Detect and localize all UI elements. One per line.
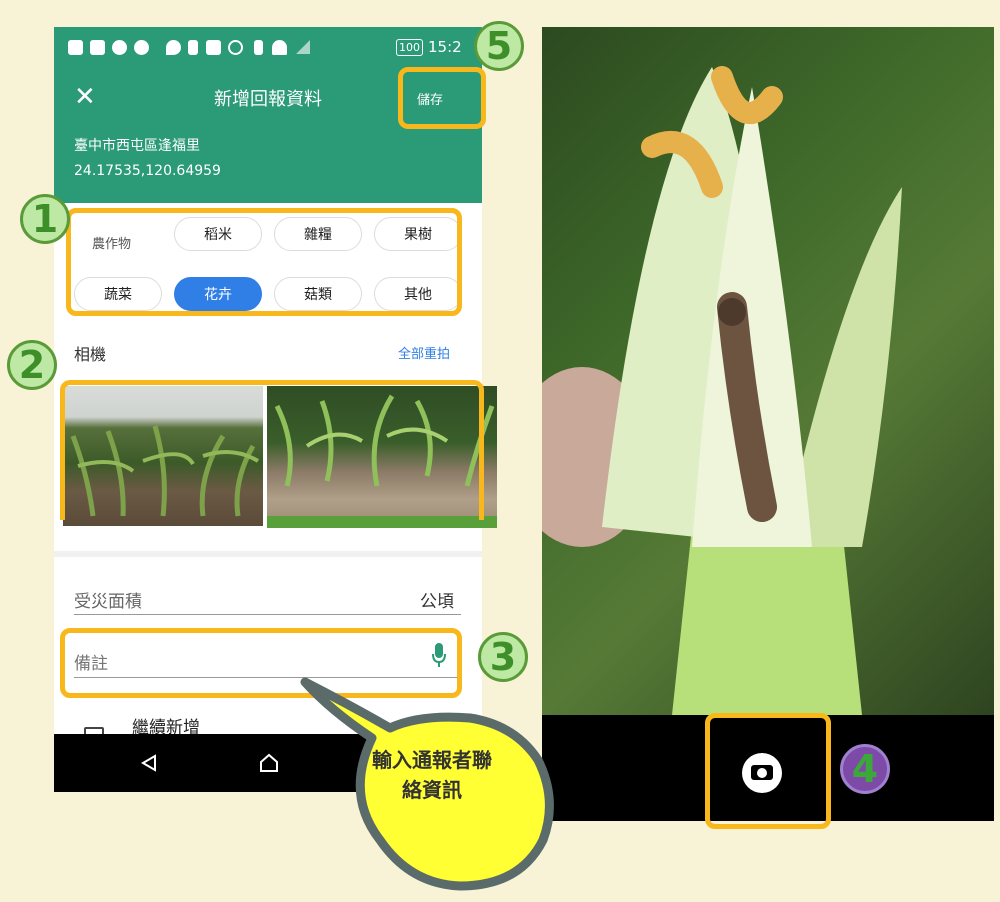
location-name: 臺中市西屯區逢福里 <box>74 138 200 154</box>
caterpillar-corn-photo <box>542 66 902 715</box>
dnd-icon <box>228 40 243 55</box>
location-icon <box>166 40 181 55</box>
callout-text: 輸入通報者聯絡資訊 <box>372 748 492 802</box>
camera-viewfinder <box>542 27 994 715</box>
bluetooth-icon <box>188 40 198 55</box>
app-notification-icon <box>112 40 127 55</box>
status-bar: 100 15:2 <box>54 27 482 69</box>
signal-icon <box>296 40 310 54</box>
battery-indicator: 100 <box>396 39 423 56</box>
step-badge-5: 5 <box>474 21 524 71</box>
area-unit-label: 公頃 <box>420 592 454 612</box>
gallery-notification-icon <box>90 40 105 55</box>
shutter-highlight <box>705 713 831 829</box>
step-badge-4: 4 <box>840 744 890 794</box>
area-underline <box>74 614 461 615</box>
notification-icon <box>68 40 83 55</box>
location-header: 臺中市西屯區逢福里 24.17535,120.64959 <box>54 129 482 203</box>
home-icon[interactable] <box>259 753 279 772</box>
vibrate-icon <box>254 40 263 55</box>
save-highlight <box>398 67 486 129</box>
camera-panel <box>542 27 994 821</box>
nfc-icon <box>206 40 221 55</box>
search-notification-icon <box>134 40 149 55</box>
step-badge-1: 1 <box>20 194 70 244</box>
crop-selection-highlight <box>66 208 462 316</box>
retake-all-link[interactable]: 全部重拍 <box>398 343 450 362</box>
back-triangle-icon[interactable] <box>140 754 158 772</box>
camera-section-label: 相機 <box>74 345 107 364</box>
status-time: 15:2 <box>428 38 462 56</box>
damage-area-field[interactable]: 受災面積 <box>74 587 142 612</box>
step-badge-2: 2 <box>7 340 57 390</box>
photos-highlight <box>60 380 484 520</box>
location-coordinates: 24.17535,120.64959 <box>74 163 221 179</box>
section-divider <box>54 551 482 557</box>
wifi-icon <box>272 40 287 55</box>
